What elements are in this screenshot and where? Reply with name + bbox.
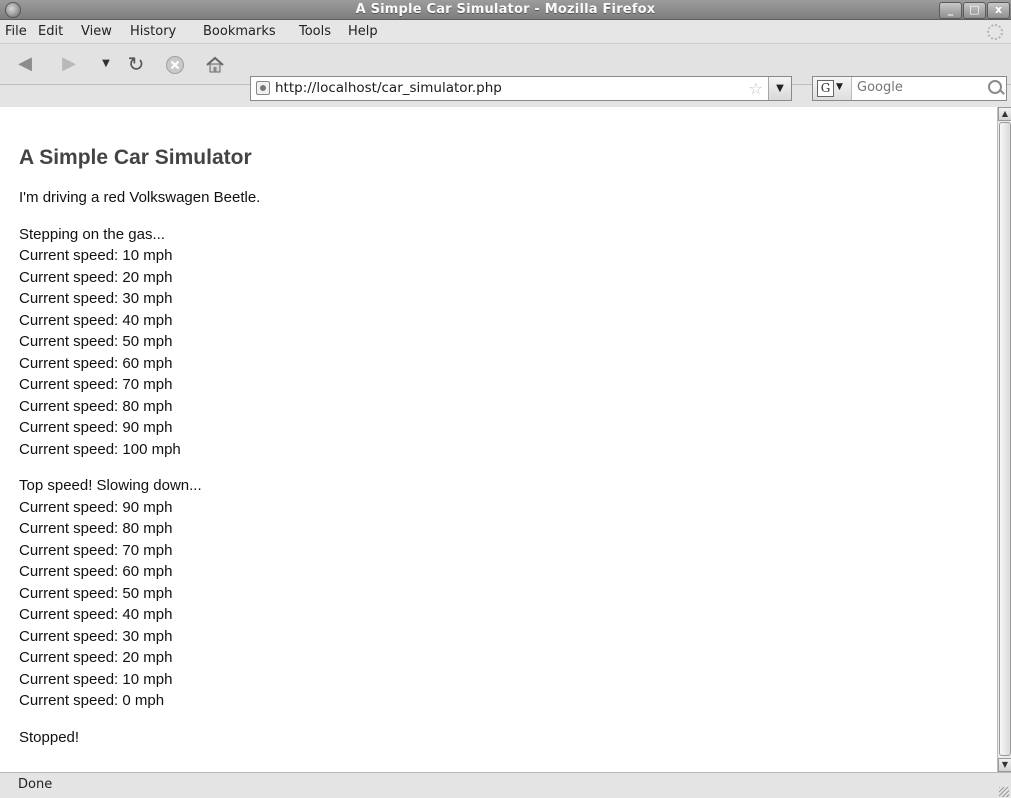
page-heading: A Simple Car Simulator [19, 146, 252, 169]
speed-line: Current speed: 70 mph [19, 541, 173, 559]
menu-edit[interactable]: Edit [38, 24, 63, 39]
speed-line: Current speed: 10 mph [19, 670, 173, 688]
bookmark-star-icon[interactable]: ☆ [749, 79, 763, 98]
resize-grip-icon[interactable] [999, 787, 1009, 797]
scroll-up-icon[interactable]: ▲ [998, 107, 1011, 121]
speed-line: Current speed: 70 mph [19, 376, 173, 393]
history-dropdown-icon[interactable]: ▼ [96, 55, 116, 73]
stopped-text: Stopped! [19, 728, 80, 746]
menu-history[interactable]: History [130, 24, 176, 39]
title-bar: A Simple Car Simulator - Mozilla Firefox… [0, 0, 1011, 20]
menu-view[interactable]: View [81, 24, 112, 39]
url-text[interactable]: http://localhost/car_simulator.php [275, 80, 502, 96]
menu-file[interactable]: File [5, 24, 27, 39]
search-engine-button[interactable]: G ▼ [813, 77, 852, 100]
site-identity-icon[interactable] [256, 81, 270, 95]
menu-help[interactable]: Help [348, 24, 378, 39]
search-input[interactable] [857, 80, 977, 95]
speed-line: Current speed: 0 mph [19, 692, 165, 709]
address-bar[interactable]: http://localhost/car_simulator.php ☆ ▼ [250, 76, 792, 101]
google-engine-icon: G [817, 80, 834, 97]
speed-line: Current speed: 80 mph [19, 397, 173, 415]
intro-text: I'm driving a red Volkswagen Beetle. [19, 189, 261, 206]
speed-line: Current speed: 30 mph [19, 627, 173, 645]
speed-line: Current speed: 40 mph [19, 606, 173, 623]
search-icon[interactable] [988, 80, 1002, 94]
url-dropdown-button[interactable]: ▼ [768, 77, 791, 100]
accelerate-header: Stepping on the gas... [19, 225, 165, 243]
speed-line: Current speed: 40 mph [19, 311, 173, 329]
minimize-button[interactable]: _ [939, 2, 962, 19]
status-text: Done [18, 777, 53, 792]
scroll-down-icon[interactable]: ▼ [998, 758, 1011, 772]
speed-line: Current speed: 20 mph [19, 649, 173, 666]
close-button[interactable]: x [987, 2, 1010, 19]
window-title: A Simple Car Simulator - Mozilla Firefox [355, 2, 656, 17]
content-viewport: A Simple Car Simulator I'm driving a red… [0, 107, 997, 772]
stop-icon[interactable] [165, 55, 185, 74]
speed-line: Current speed: 30 mph [19, 290, 173, 307]
speed-line: Current speed: 50 mph [19, 333, 173, 350]
chevron-down-icon: ▼ [836, 82, 843, 92]
throbber-icon [987, 24, 1003, 40]
reload-icon[interactable]: ↻ [126, 54, 146, 74]
speed-line: Current speed: 60 mph [19, 563, 173, 580]
home-icon[interactable] [205, 55, 225, 73]
back-icon[interactable]: ◀ [15, 55, 35, 73]
menu-tools[interactable]: Tools [299, 24, 331, 39]
maximize-button[interactable]: □ [963, 2, 986, 19]
speed-line: Current speed: 80 mph [19, 520, 173, 537]
search-bar[interactable]: G ▼ [812, 76, 1007, 101]
speed-line: Current speed: 60 mph [19, 354, 173, 372]
decelerate-header: Top speed! Slowing down... [19, 477, 202, 494]
status-bar: Done [0, 772, 1011, 798]
speed-line: Current speed: 100 mph [19, 440, 181, 458]
menu-bar: File Edit View History Bookmarks Tools H… [0, 20, 1011, 44]
footer-block: Stopped! [19, 727, 997, 749]
forward-icon[interactable]: ▶ [59, 55, 79, 73]
speed-line: Current speed: 90 mph [19, 419, 173, 436]
decelerate-block: Top speed! Slowing down... Current speed… [19, 475, 997, 712]
browser-window: A Simple Car Simulator - Mozilla Firefox… [0, 0, 1011, 798]
page-content: A Simple Car Simulator I'm driving a red… [0, 107, 997, 748]
speed-line: Current speed: 50 mph [19, 584, 173, 602]
accelerate-block: Stepping on the gas... Current speed: 10… [19, 224, 997, 461]
scrollbar-thumb[interactable] [999, 122, 1011, 756]
speed-line: Current speed: 90 mph [19, 498, 173, 516]
vertical-scrollbar[interactable]: ▲ ▼ [997, 107, 1011, 772]
menu-bookmarks[interactable]: Bookmarks [203, 24, 276, 39]
speed-line: Current speed: 20 mph [19, 268, 173, 286]
speed-line: Current speed: 10 mph [19, 247, 173, 264]
